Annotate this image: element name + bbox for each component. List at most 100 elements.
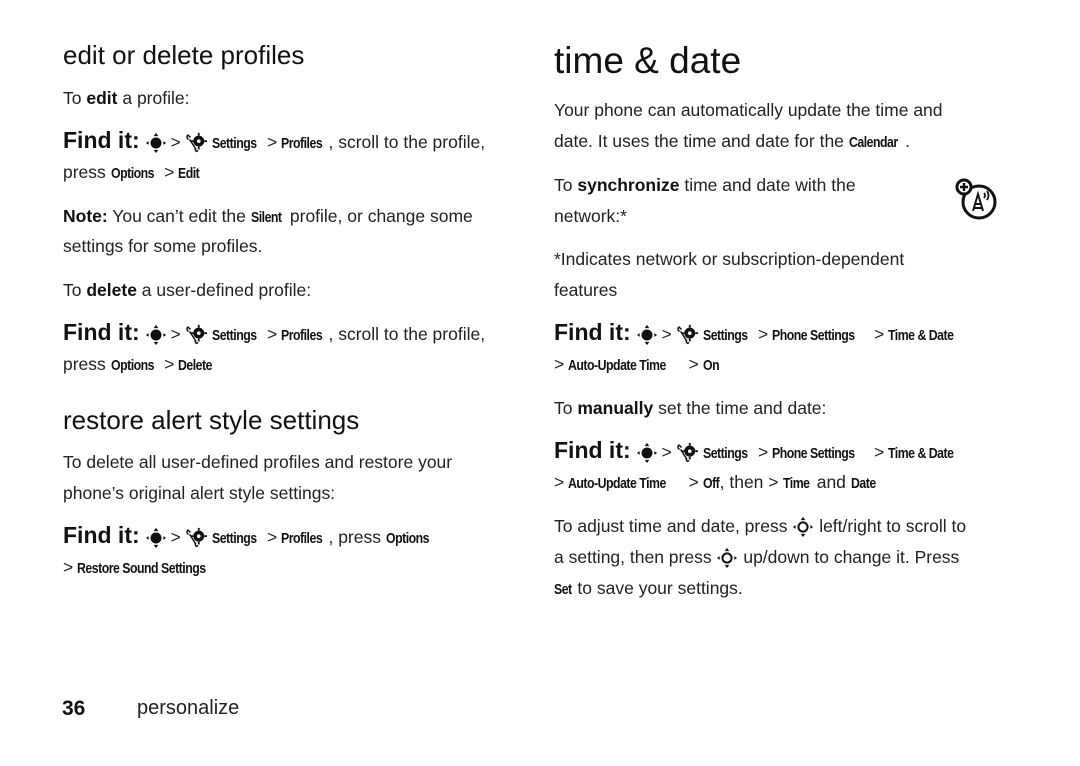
- settings-icon: [676, 324, 698, 346]
- separator: >: [688, 354, 699, 374]
- text: up/down to change it. Press: [738, 547, 960, 567]
- text: a profile:: [117, 88, 190, 108]
- adjust-text: To adjust time and date, press left/righ…: [554, 511, 966, 542]
- menu-off: Off: [702, 475, 720, 492]
- find-it-edit-line2: press Options > Edit: [63, 157, 201, 189]
- settings-icon: [185, 527, 207, 549]
- menu-options: Options: [110, 165, 155, 182]
- text: , scroll to the profile,: [328, 132, 486, 152]
- menu-calendar: Calendar: [848, 134, 898, 151]
- find-it-label: Find it:: [63, 127, 140, 153]
- separator: >: [554, 472, 565, 492]
- adjust-text-line3: Set to save your settings.: [554, 573, 743, 605]
- menu-auto-update-time: Auto-Update Time: [568, 475, 667, 492]
- menu-auto-update-time: Auto-Update Time: [568, 357, 667, 374]
- nav-key-icon: [636, 442, 658, 464]
- menu-delete: Delete: [178, 357, 213, 374]
- intro-text: Your phone can automatically update the …: [554, 100, 943, 120]
- text: press: [63, 354, 111, 374]
- menu-edit: Edit: [178, 165, 200, 182]
- nav-key-icon: [636, 324, 658, 346]
- footnote: *Indicates network or subscription-depen…: [554, 249, 905, 269]
- find-it-sync: Find it: > Settings > Phone Settings > Time …: [554, 317, 965, 351]
- separator: >: [63, 557, 74, 577]
- text: profile, or change some: [285, 206, 473, 226]
- menu-restore-sound-settings: Restore Sound Settings: [77, 560, 206, 577]
- separator: >: [170, 324, 181, 344]
- find-it-label: Find it:: [63, 319, 140, 345]
- separator: >: [758, 324, 769, 344]
- network-feature-icon: [955, 178, 997, 220]
- menu-on: On: [702, 357, 720, 374]
- sync-intro-line2: network:*: [554, 206, 627, 226]
- menu-settings: Settings: [211, 327, 257, 344]
- find-it-sync-line2: > Auto-Update Time > On: [554, 349, 719, 381]
- sync-intro: To synchronize time and date with the: [554, 170, 856, 201]
- menu-profiles: Profiles: [281, 135, 323, 152]
- text: To: [554, 175, 578, 195]
- text: press: [63, 162, 111, 182]
- footnote-line2: features: [554, 280, 618, 300]
- note: Note: You can’t edit the Silent profile,…: [63, 201, 473, 233]
- menu-settings: Settings: [211, 135, 257, 152]
- separator: >: [874, 442, 885, 462]
- restore-text: To delete all user-defined profiles and …: [63, 452, 453, 472]
- adjust-text-line2: a setting, then press up/down to change …: [554, 542, 959, 573]
- text: You can’t edit the: [107, 206, 251, 226]
- menu-time-date: Time & Date: [888, 327, 954, 344]
- text: , then: [719, 472, 769, 492]
- find-it-label: Find it:: [554, 319, 631, 345]
- intro-text-line2: date. It uses the time and date for the …: [554, 126, 910, 158]
- menu-profiles: Profiles: [281, 530, 323, 547]
- separator: >: [267, 132, 278, 152]
- separator: >: [554, 354, 565, 374]
- nav-key-hollow-icon: [792, 516, 814, 538]
- menu-set: Set: [554, 581, 572, 598]
- menu-settings: Settings: [211, 530, 257, 547]
- page-number: 36: [62, 697, 86, 720]
- find-it-delete-line2: press Options > Delete: [63, 349, 217, 381]
- text: to save your settings.: [572, 578, 743, 598]
- menu-date: Date: [850, 475, 876, 492]
- menu-time: Time: [782, 475, 810, 492]
- menu-phone-settings: Phone Settings: [772, 445, 855, 462]
- text: a setting, then press: [554, 547, 717, 567]
- separator: >: [164, 354, 175, 374]
- find-it-delete: Find it: > Settings > Profiles, scroll to …: [63, 317, 485, 351]
- note-label: Note:: [63, 206, 108, 226]
- separator: >: [267, 324, 278, 344]
- menu-options: Options: [385, 530, 430, 547]
- text: , scroll to the profile,: [328, 324, 486, 344]
- menu-settings: Settings: [702, 327, 748, 344]
- find-it-edit: Find it: > Settings > Profiles, scroll to …: [63, 125, 485, 159]
- menu-time-date: Time & Date: [888, 445, 954, 462]
- find-it-label: Find it:: [554, 437, 631, 463]
- time-date-heading: time & date: [554, 40, 742, 81]
- settings-icon: [676, 442, 698, 464]
- separator: >: [758, 442, 769, 462]
- menu-silent: Silent: [250, 209, 282, 226]
- separator: >: [874, 324, 885, 344]
- delete-intro: To delete a user-defined profile:: [63, 275, 311, 306]
- edit-intro: To edit a profile:: [63, 83, 189, 114]
- note-line2: settings for some profiles.: [63, 236, 263, 256]
- find-it-label: Find it:: [63, 522, 140, 548]
- manually-keyword: manually: [577, 398, 654, 418]
- menu-options: Options: [110, 357, 155, 374]
- separator: >: [267, 527, 278, 547]
- text: To: [63, 280, 87, 300]
- restore-text-line2: phone’s original alert style settings:: [63, 483, 336, 503]
- restore-heading: restore alert style settings: [63, 405, 360, 435]
- settings-icon: [185, 132, 207, 154]
- separator: >: [164, 162, 175, 182]
- text: set the time and date:: [653, 398, 827, 418]
- separator: >: [170, 132, 181, 152]
- text: , press: [328, 527, 386, 547]
- separator: >: [688, 472, 699, 492]
- text: To: [63, 88, 87, 108]
- section-name: personalize: [137, 697, 240, 719]
- menu-profiles: Profiles: [281, 327, 323, 344]
- text: date. It uses the time and date for the: [554, 131, 849, 151]
- edit-keyword: edit: [86, 88, 118, 108]
- nav-key-icon: [145, 324, 167, 346]
